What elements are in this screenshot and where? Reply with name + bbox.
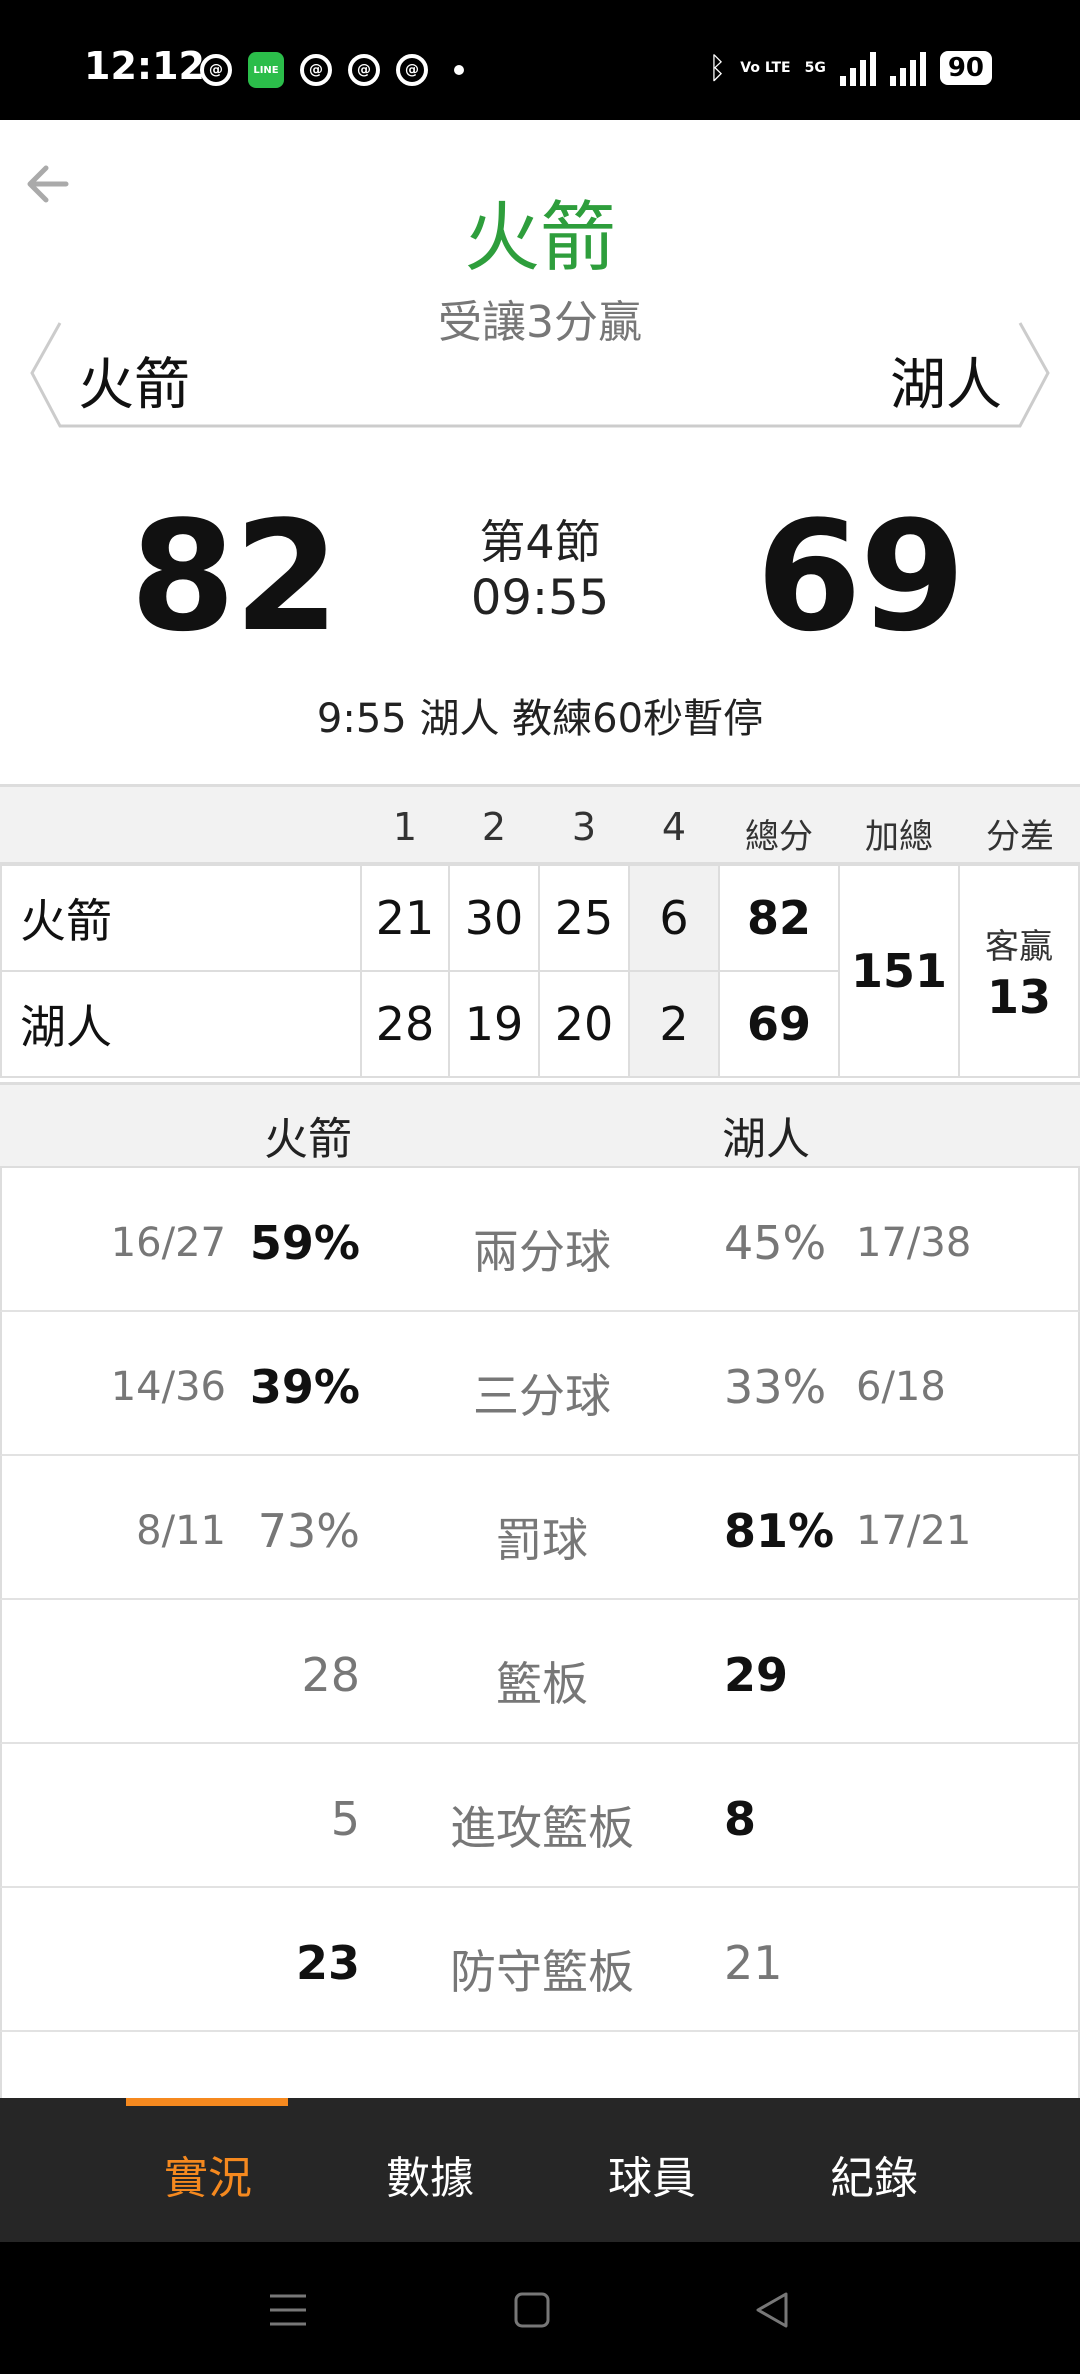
team-name-cell: 火箭 <box>0 864 362 972</box>
quarter-score-cell: 19 <box>448 970 540 1078</box>
threads-icon: @ <box>300 54 332 86</box>
stats-team-right: 湖人 <box>722 1114 810 1165</box>
quarter-score-cell: 30 <box>448 864 540 972</box>
tab-records[interactable]: 紀錄 <box>830 2142 918 2206</box>
header-q1: 1 <box>392 805 418 849</box>
right-value: 29 <box>724 1648 789 1702</box>
header-q2: 2 <box>481 805 507 849</box>
right-value: 45% <box>724 1216 827 1270</box>
team-left-name[interactable]: 火箭 <box>78 340 190 421</box>
back-icon[interactable] <box>752 2290 792 2330</box>
right-attempts: 6/18 <box>856 1364 946 1410</box>
tab-players[interactable]: 球員 <box>608 2142 696 2206</box>
right-attempts: 17/21 <box>856 1508 972 1554</box>
active-tab-indicator <box>126 2098 288 2106</box>
stat-label: 進攻籃板 <box>450 1801 634 1855</box>
volte-icon: Vo LTE <box>740 59 791 76</box>
stat-row-rebounds: 28 籃板 29 <box>0 1600 1080 1744</box>
stat-row-offensive-rebounds: 5 進攻籃板 8 <box>0 1744 1080 1888</box>
right-value: 21 <box>724 1936 783 1990</box>
quarter-score-table: 1 2 3 4 總分 加總 分差 火箭 21 30 25 6 82 湖人 28 … <box>0 784 1080 1078</box>
header-q3: 3 <box>571 805 597 849</box>
stat-row-three-pointers: 14/36 39% 三分球 33% 6/18 <box>0 1312 1080 1456</box>
line-icon: LINE <box>248 52 284 88</box>
quarter-score-cell: 25 <box>538 864 630 972</box>
predicted-winner: 火箭 <box>464 193 616 282</box>
stat-row-partial <box>0 2032 1080 2098</box>
header-q4: 4 <box>661 805 687 849</box>
point-diff-cell: 客贏 13 <box>958 864 1080 1078</box>
stat-label: 防守籃板 <box>450 1945 634 1999</box>
team-name-cell: 湖人 <box>0 970 362 1078</box>
latest-event: 9:55 湖人 教練60秒暫停 <box>316 696 764 742</box>
bluetooth-icon: ᛒ <box>708 50 727 86</box>
point-diff-value: 13 <box>986 969 1051 1024</box>
menu-icon[interactable] <box>266 2290 310 2330</box>
system-icons: ᛒ Vo LTE 5G 90 <box>708 50 992 86</box>
right-attempts: 17/38 <box>856 1220 972 1266</box>
stats-header: 火箭 湖人 <box>0 1082 1080 1168</box>
combined-total-cell: 151 <box>838 864 960 1078</box>
signal-icon <box>889 50 926 86</box>
team-right-name[interactable]: 湖人 <box>890 340 1002 421</box>
header-diff: 分差 <box>986 817 1054 857</box>
tab-live[interactable]: 實況 <box>164 2142 252 2206</box>
total-score-cell: 69 <box>718 970 840 1078</box>
right-value: 8 <box>724 1792 757 1846</box>
status-bar: 12:12 @ LINE @ @ @ ᛒ Vo LTE 5G 90 <box>0 0 1080 120</box>
battery-icon: 90 <box>939 51 992 85</box>
total-score-cell: 82 <box>718 864 840 972</box>
home-icon[interactable] <box>512 2290 552 2330</box>
threads-icon: @ <box>200 54 232 86</box>
network-type: 5G <box>804 59 826 76</box>
bottom-tab-bar <box>0 2098 1080 2242</box>
stat-row-free-throws: 8/11 73% 罰球 81% 17/21 <box>0 1456 1080 1600</box>
stat-label: 籃板 <box>496 1657 588 1711</box>
notification-icons: @ LINE @ @ @ <box>200 52 464 88</box>
stat-row-two-pointers: 16/27 59% 兩分球 45% 17/38 <box>0 1168 1080 1312</box>
stats-team-left: 火箭 <box>264 1114 352 1165</box>
threads-icon: @ <box>396 54 428 86</box>
header-combined: 加總 <box>865 817 933 857</box>
score-right: 69 <box>756 488 966 665</box>
point-diff-label: 客贏 <box>985 926 1053 967</box>
threads-icon: @ <box>348 54 380 86</box>
more-notifications-dot-icon <box>454 65 464 75</box>
tab-stats[interactable]: 數據 <box>386 2142 474 2206</box>
quarter-score-cell: 2 <box>628 970 720 1078</box>
quarter-score-cell: 6 <box>628 864 720 972</box>
quarter-score-cell: 21 <box>360 864 450 972</box>
signal-icon <box>839 50 876 86</box>
quarter-score-cell: 28 <box>360 970 450 1078</box>
right-value: 33% <box>724 1360 827 1414</box>
stat-row-defensive-rebounds: 23 防守籃板 21 <box>0 1888 1080 2032</box>
right-value: 81% <box>724 1504 835 1558</box>
combined-total: 151 <box>850 944 948 998</box>
quarter-score-cell: 20 <box>538 970 630 1078</box>
status-time: 12:12 <box>84 44 205 88</box>
quarter-table-header: 1 2 3 4 總分 加總 分差 <box>0 784 1080 864</box>
header-total: 總分 <box>745 817 813 857</box>
